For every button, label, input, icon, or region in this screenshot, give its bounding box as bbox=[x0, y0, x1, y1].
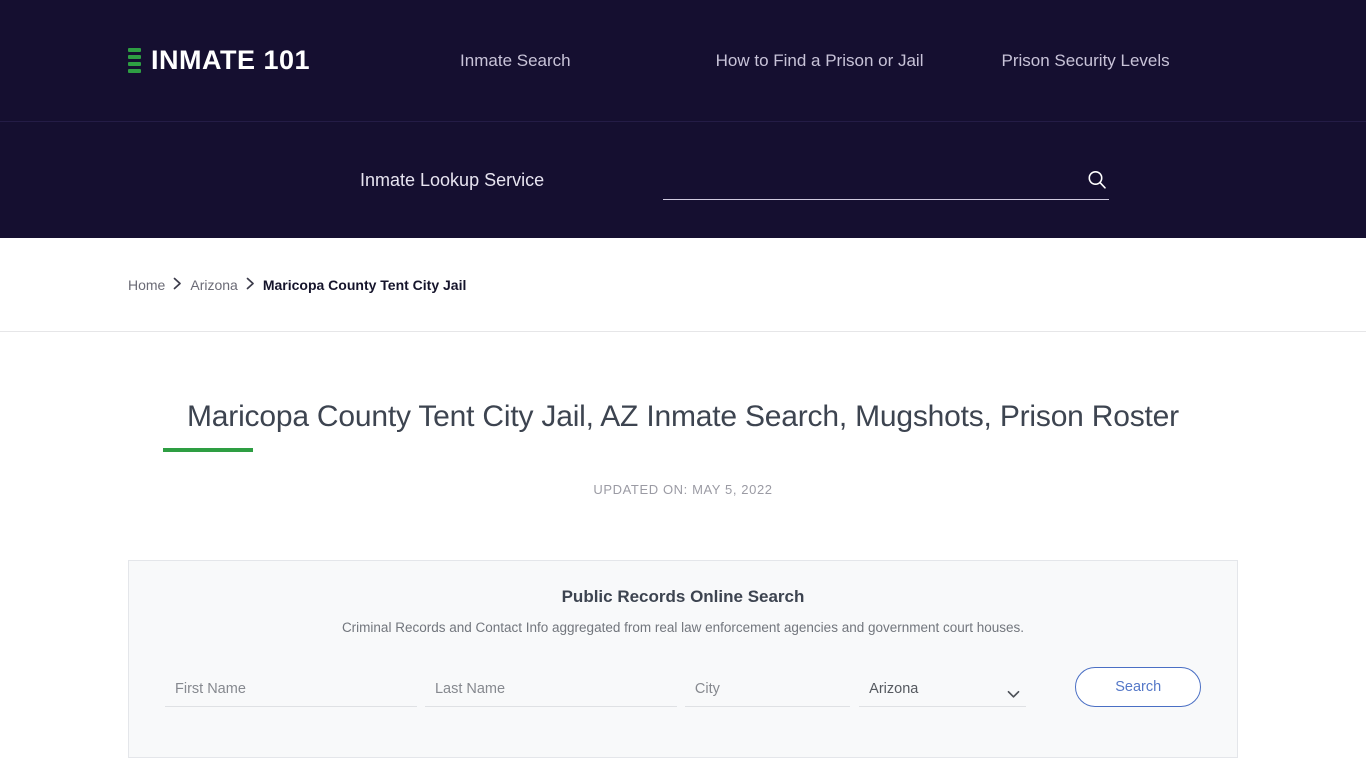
first-name-input[interactable] bbox=[165, 681, 417, 701]
nav-item-how-to-find-a-prison-or-jail[interactable]: How to Find a Prison or Jail bbox=[716, 51, 924, 71]
site-header: INMATE 101 Inmate Search How to Find a P… bbox=[0, 0, 1366, 238]
nav-item-prison-security-levels[interactable]: Prison Security Levels bbox=[1001, 51, 1169, 71]
nav-item-inmate-search[interactable]: Inmate Search bbox=[460, 51, 571, 71]
breadcrumb-item-home[interactable]: Home bbox=[128, 277, 165, 293]
top-navigation-bar: INMATE 101 Inmate Search How to Find a P… bbox=[0, 0, 1366, 122]
breadcrumb-item-current: Maricopa County Tent City Jail bbox=[262, 276, 467, 293]
site-logo[interactable]: INMATE 101 bbox=[128, 47, 310, 74]
last-name-field[interactable] bbox=[424, 677, 677, 707]
state-field[interactable]: Arizona bbox=[859, 677, 1027, 707]
public-records-form: Arizona Search bbox=[165, 666, 1201, 707]
breadcrumb-band: Home Arizona Maricopa County Tent City J… bbox=[0, 238, 1366, 332]
page-title: Maricopa County Tent City Jail, AZ Inmat… bbox=[187, 400, 1179, 433]
list-bars-icon bbox=[128, 48, 141, 73]
last-name-input[interactable] bbox=[424, 681, 677, 701]
updated-on-text: UPDATED ON: MAY 5, 2022 bbox=[593, 481, 773, 497]
search-input[interactable] bbox=[663, 166, 1110, 200]
city-field[interactable] bbox=[684, 677, 851, 707]
panel-title: Public Records Online Search bbox=[561, 586, 805, 606]
public-records-search-panel: Public Records Online Search Criminal Re… bbox=[128, 559, 1238, 758]
breadcrumb: Home Arizona Maricopa County Tent City J… bbox=[128, 277, 466, 293]
search-button[interactable]: Search bbox=[1075, 666, 1201, 707]
header-search-field bbox=[663, 160, 1110, 200]
chevron-right-icon bbox=[173, 277, 182, 292]
state-select[interactable]: Arizona bbox=[859, 681, 1027, 701]
panel-subtitle: Criminal Records and Contact Info aggreg… bbox=[341, 619, 1025, 635]
search-icon[interactable] bbox=[1085, 168, 1109, 192]
main-content: Maricopa County Tent City Jail, AZ Inmat… bbox=[0, 332, 1366, 758]
breadcrumb-item-arizona[interactable]: Arizona bbox=[190, 277, 237, 293]
page-title-block: Maricopa County Tent City Jail, AZ Inmat… bbox=[128, 332, 1238, 452]
primary-nav: Inmate Search How to Find a Prison or Ja… bbox=[460, 51, 1170, 71]
city-input[interactable] bbox=[684, 681, 851, 701]
header-search-bar: Inmate Lookup Service bbox=[0, 122, 1366, 238]
brand-name: INMATE 101 bbox=[151, 45, 311, 75]
first-name-field[interactable] bbox=[165, 677, 417, 707]
title-accent-underline bbox=[163, 447, 253, 452]
chevron-right-icon bbox=[246, 277, 255, 292]
search-tagline: Inmate Lookup Service bbox=[360, 169, 545, 190]
